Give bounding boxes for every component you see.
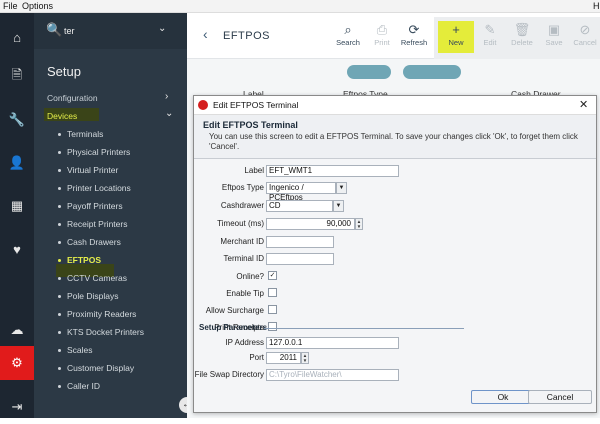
- port-label: Port: [249, 353, 264, 362]
- category-devices[interactable]: Devices: [47, 111, 77, 121]
- refresh-button[interactable]: ⟳ Refresh: [394, 21, 434, 47]
- gear-icon[interactable]: ⚙: [0, 346, 34, 380]
- back-arrow-icon[interactable]: ‹: [203, 26, 208, 42]
- allow-surcharge-checkbox[interactable]: [268, 305, 277, 314]
- home-icon[interactable]: ⌂: [0, 20, 34, 54]
- label-input[interactable]: EFT_WMT1: [266, 165, 399, 177]
- timeout-label: Timeout (ms): [217, 219, 264, 228]
- merchant-id-input[interactable]: [266, 236, 334, 248]
- cashdrawer-label: Cashdrawer: [220, 201, 264, 210]
- dialog-header: Edit EFTPOS Terminal You can use this sc…: [194, 115, 596, 159]
- wrench-icon[interactable]: 🔧: [0, 103, 34, 137]
- eftpos-type-select[interactable]: Ingenico / PCEftpos: [266, 182, 336, 202]
- sidebar-item-printer-locations[interactable]: Printer Locations: [58, 183, 131, 193]
- ip-address-label: IP Address: [225, 338, 264, 347]
- edit-eftpos-dialog: Edit EFTPOS Terminal ✕ Edit EFTPOS Termi…: [193, 95, 597, 413]
- category-configuration[interactable]: Configuration: [47, 93, 98, 103]
- dialog-window-title: Edit EFTPOS Terminal: [213, 100, 299, 110]
- print-receipts-checkbox[interactable]: [268, 322, 277, 331]
- sidebar-item-scales[interactable]: Scales: [58, 345, 93, 355]
- ok-button[interactable]: Ok: [471, 390, 535, 404]
- sidebar-title: Setup: [47, 64, 81, 79]
- cashdrawer-select[interactable]: CD: [266, 200, 333, 212]
- refresh-icon: ⟳: [408, 22, 420, 37]
- merchant-id-label: Merchant ID: [220, 237, 264, 246]
- sidebar-item-kts-docket-printers[interactable]: KTS Docket Printers: [58, 327, 144, 337]
- cancel-icon: ⊘: [579, 22, 591, 37]
- enable-tip-label: Enable Tip: [226, 289, 264, 298]
- search-input[interactable]: ter: [64, 26, 75, 36]
- allow-surcharge-label: Allow Surcharge: [205, 306, 264, 315]
- terminal-id-input[interactable]: [266, 253, 334, 265]
- app-icon: [198, 100, 208, 110]
- sidebar-item-payoff-printers[interactable]: Payoff Printers: [58, 201, 123, 211]
- timeout-input[interactable]: 90,000: [266, 218, 355, 230]
- cancel-dialog-button[interactable]: Cancel: [528, 390, 592, 404]
- sidebar-item-eftpos[interactable]: EFTPOS: [58, 255, 101, 265]
- menu-file[interactable]: File: [3, 1, 18, 11]
- sidebar-item-cctv-cameras[interactable]: CCTV Cameras: [58, 273, 127, 283]
- page-header: ‹ EFTPOS ⌕ Search ⎙ Print ⟳ Refresh + Ne…: [187, 13, 600, 59]
- page-title: EFTPOS: [223, 30, 271, 42]
- close-icon[interactable]: ✕: [579, 98, 588, 111]
- eftpos-type-label: Eftpos Type: [221, 183, 264, 192]
- setup-sidebar: 🔍 ter ⌄ Setup Configuration › Devices ⌄ …: [34, 13, 195, 418]
- online-label: Online?: [236, 272, 264, 281]
- dialog-heading: Edit EFTPOS Terminal: [203, 120, 298, 130]
- timeout-stepper[interactable]: ▲ ▼: [355, 218, 363, 230]
- cancel-button[interactable]: ⊘ Cancel: [565, 21, 600, 47]
- sidebar-item-pole-displays[interactable]: Pole Displays: [58, 291, 119, 301]
- online-checkbox[interactable]: ✓: [268, 271, 277, 280]
- sidebar-search[interactable]: 🔍 ter ⌄: [34, 13, 187, 49]
- cashdrawer-dropdown-icon[interactable]: ▼: [333, 200, 344, 212]
- sidebar-item-proximity-readers[interactable]: Proximity Readers: [58, 309, 136, 319]
- sidebar-item-caller-id[interactable]: Caller ID: [58, 381, 100, 391]
- file-swap-directory-label: File Swap Directory: [194, 370, 264, 379]
- chevron-down-icon[interactable]: ⌄: [158, 23, 166, 34]
- chevron-right-icon[interactable]: ›: [165, 91, 168, 102]
- menu-right-glyph: H: [593, 1, 600, 11]
- heart-icon[interactable]: ♥: [0, 232, 34, 266]
- menu-options[interactable]: Options: [22, 1, 53, 11]
- icon-rail: ⌂ 🗎 🔧 👤 ▦ ♥ ☁ ⚙ ⇥: [0, 13, 34, 418]
- port-input[interactable]: 2011: [266, 352, 301, 364]
- sidebar-item-customer-display[interactable]: Customer Display: [58, 363, 134, 373]
- sidebar-item-receipt-printers[interactable]: Receipt Printers: [58, 219, 127, 229]
- section-divider: [264, 328, 464, 329]
- dialog-description: You can use this screen to edit a EFTPOS…: [209, 132, 578, 151]
- enable-tip-checkbox[interactable]: [268, 288, 277, 297]
- search-icon: 🔍: [46, 22, 63, 37]
- terminal-id-label: Terminal ID: [223, 254, 264, 263]
- filter-pill-2[interactable]: [403, 65, 461, 79]
- file-swap-directory-input[interactable]: C:\Tyro\FileWatcher\: [266, 369, 399, 381]
- report-icon[interactable]: 🗎: [0, 60, 34, 94]
- cloud-upload-icon[interactable]: ☁: [0, 313, 34, 347]
- sidebar-item-physical-printers[interactable]: Physical Printers: [58, 147, 130, 157]
- sidebar-item-cash-drawers[interactable]: Cash Drawers: [58, 237, 121, 247]
- person-icon[interactable]: 👤: [0, 146, 34, 180]
- eftpos-type-dropdown-icon[interactable]: ▼: [336, 182, 347, 194]
- sidebar-item-terminals[interactable]: Terminals: [58, 129, 103, 139]
- sidebar-item-virtual-printer[interactable]: Virtual Printer: [58, 165, 118, 175]
- ip-address-input[interactable]: 127.0.0.1: [266, 337, 399, 349]
- chart-icon[interactable]: ▦: [0, 189, 34, 223]
- logout-icon[interactable]: ⇥: [0, 390, 34, 424]
- dialog-titlebar: Edit EFTPOS Terminal ✕: [194, 96, 596, 115]
- label-field-label: Label: [244, 166, 264, 175]
- port-stepper[interactable]: ▲ ▼: [301, 352, 309, 364]
- menu-bar: File Options H: [0, 0, 600, 13]
- chevron-down-icon[interactable]: ⌄: [165, 108, 173, 119]
- setup-parameters-heading: Setup Parameters: [199, 323, 268, 332]
- filter-pill-1[interactable]: [347, 65, 391, 79]
